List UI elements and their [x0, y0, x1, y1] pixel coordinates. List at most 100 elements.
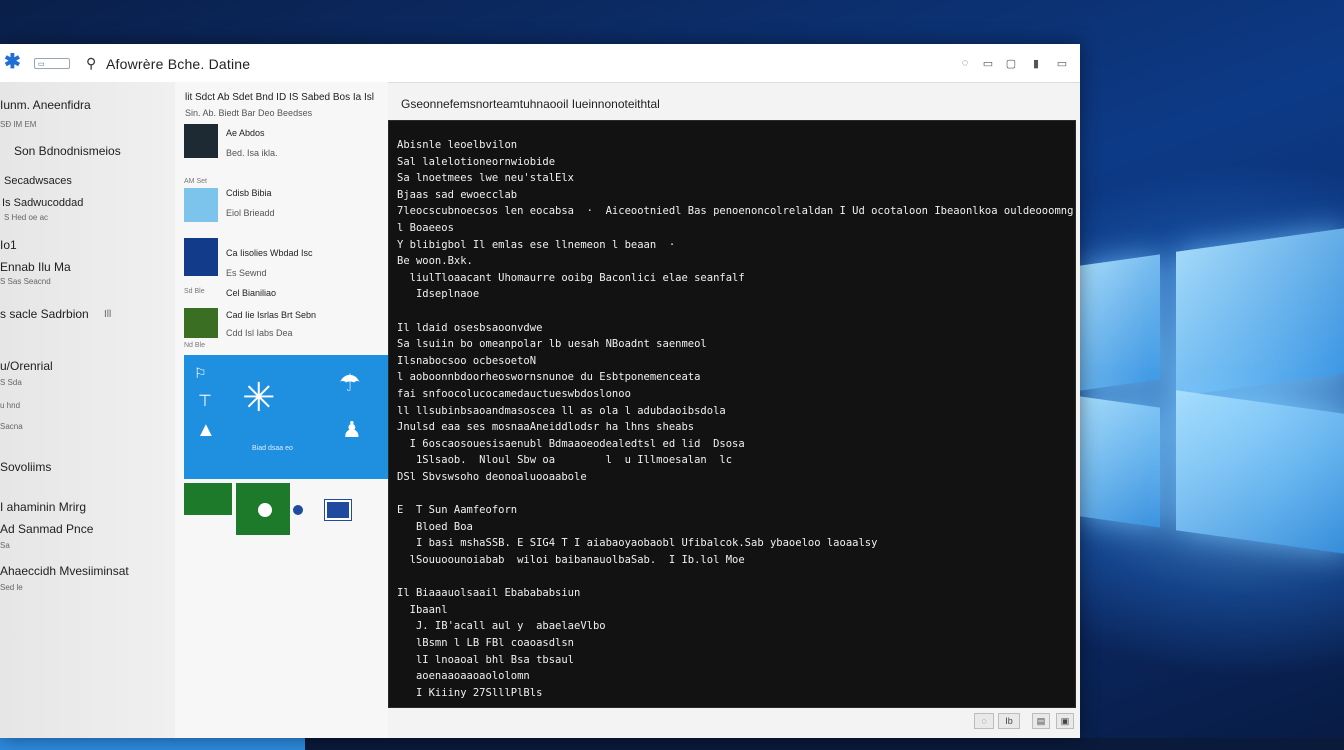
title-bar[interactable]: ✱ ▭ ⚲ Afowrère Bche. Datine ◌ ▭ ▢ ▮ ▭: [0, 44, 1080, 83]
nav-item[interactable]: Son Bdnodnismeios: [14, 144, 121, 158]
list-item-title[interactable]: Cad Iie Isrlas Brt Sebn: [226, 310, 316, 320]
list-header[interactable]: lit Sdct Ab Sdet Bnd ID IS Sabed Bos Ia …: [185, 92, 374, 103]
list-item-sub: Bed. Isa ikla.: [226, 148, 278, 158]
nav-item-sub: Sa: [0, 541, 10, 550]
console-line: Sa lsuiin bo omeanpolar lb uesah NBoadnt…: [397, 338, 707, 351]
list-item-tag: Sd Ble: [184, 288, 205, 295]
console-line: I basi mshaSSB. E SIG4 T I aiabaoyaobaob…: [397, 537, 878, 550]
console-line: ll llsubinbsaoandmasoscea ll as ola l ad…: [397, 404, 726, 417]
nav-item-sub: Sacna: [0, 422, 23, 431]
console-line: E T Sun Aamfeoforn: [397, 504, 518, 517]
nav-item-sub: Sed le: [0, 583, 23, 592]
status-text-button[interactable]: Ib: [998, 713, 1020, 729]
grid-view-icon[interactable]: ▣: [1056, 713, 1074, 729]
list-item-thumbnail[interactable]: [184, 308, 218, 338]
app-window: ✱ ▭ ⚲ Afowrère Bche. Datine ◌ ▭ ▢ ▮ ▭ Iu…: [0, 44, 1080, 738]
console-line: aoenaaoaaoaololomn: [397, 670, 530, 683]
list-subheader: Sin. Ab. Biedt Bar Deo Beedses: [185, 108, 313, 118]
console-line: lSouuoounoiabab wiloi baibanauolbaSab. I…: [397, 554, 745, 566]
console-line: Il Biaaauolsaail Ebabababsiun: [397, 587, 581, 600]
taskbar-start-area[interactable]: [0, 738, 305, 750]
tile-caption: Biad dsaa eo: [252, 445, 293, 452]
green-tile-with-dot[interactable]: [236, 483, 290, 535]
item-list-pane: lit Sdct Ab Sdet Bnd ID IS Sabed Bos Ia …: [175, 82, 388, 738]
nav-item-sub: S Sas Seacnd: [0, 277, 51, 286]
nav-item-sub: u hnd: [0, 401, 21, 410]
console-line: Sa lnoetmees lwe neu'stalElx: [397, 172, 575, 185]
green-tile[interactable]: [184, 483, 232, 515]
tile-icon-row: [293, 499, 352, 521]
nav-item[interactable]: u/Orenrial: [0, 359, 53, 373]
nav-item-sub: SÐ IM EM: [0, 120, 37, 129]
left-navigation: Iunm. Aneenfidra SÐ IM EM Son Bdnodnisme…: [0, 82, 176, 738]
windows-logo-graphic: [1080, 170, 1344, 590]
console-line: DSl Sbvswsoho deonoaluooaabole: [397, 471, 587, 483]
triangle-icon: ▲: [196, 419, 216, 441]
console-line: Sal lalelotioneornwiobide: [397, 155, 556, 168]
square-icon[interactable]: [324, 499, 352, 521]
chat-icon[interactable]: ▭: [980, 56, 996, 70]
maximize-button[interactable]: ▮: [1030, 56, 1042, 70]
nav-item[interactable]: I ahaminin Mrirg: [0, 500, 86, 514]
featured-tile[interactable]: ⚐ ✳ ☂ ⊤ ▲ ♟ Biad dsaa eo: [184, 355, 388, 479]
console-line: l aoboonnbdoorheoswornsnunoe du Esbtpone…: [397, 371, 701, 384]
list-item-thumbnail[interactable]: [184, 188, 218, 222]
list-item-sub: Cdd Isl Iabs Dea: [226, 328, 293, 338]
umbrella-icon: ☂: [339, 370, 361, 397]
nav-item[interactable]: Ahaeccidh Mvesiiminsat: [0, 564, 129, 578]
list-item-title[interactable]: Ca Iisolies Wbdad Isc: [226, 248, 313, 258]
console-line: Il ldaid osesbsaoonvdwe: [397, 321, 543, 334]
status-circle-button[interactable]: ◌: [974, 713, 994, 729]
console-line: J. IB'acall aul y abaelaeVlbo: [397, 620, 606, 633]
nav-item[interactable]: Is Sadwucoddad: [2, 197, 83, 209]
status-bar: ◌ Ib ▤ ▣: [388, 708, 1074, 734]
nav-item-sub: S Sda: [0, 378, 22, 387]
content-header: Gseonnefemsnorteamtuhnaooil Iueinnonotei…: [401, 97, 660, 111]
tab-selector[interactable]: ▭: [34, 58, 70, 69]
console-line: 1Slsaob. Nloul Sbw oa l u Illmoesalan lc: [397, 454, 733, 467]
nav-item[interactable]: Secadwsaces: [4, 175, 72, 187]
console-line: fai snfoocolucocamedauctueswbdoslonoo: [397, 388, 631, 400]
circle-icon: [258, 503, 272, 517]
star-icon[interactable]: ✱: [4, 52, 22, 72]
console-line: I Kiiiny 27SlllPlBls: [397, 686, 543, 699]
nav-item[interactable]: Ad Sanmad Pnce: [0, 522, 93, 536]
console-line: Bjaas sad ewoecclab: [397, 188, 518, 201]
window-title: Afowrère Bche. Datine: [106, 56, 251, 72]
minimize-button[interactable]: ▢: [1004, 56, 1018, 70]
console-line: lBsmn l LB FBl coaoasdlsn: [397, 637, 575, 649]
list-item-tag: AM Set: [184, 178, 207, 185]
kite-icon: ⚐: [194, 365, 207, 381]
console-line: liulTloaacant Uhomaurre ooibg Baconlici …: [397, 271, 745, 284]
list-item-sub: Eiol Brieadd: [226, 208, 275, 218]
nav-item[interactable]: Io1: [0, 238, 17, 252]
console-line: Ilsnabocsoo ocbesoetoN: [397, 354, 537, 367]
list-item-title[interactable]: Ae Abdos: [226, 128, 265, 138]
list-item-thumbnail[interactable]: [184, 238, 218, 276]
console-line: l Boaeeos: [397, 222, 454, 234]
console-line: Bloed Boa: [397, 520, 473, 533]
list-view-icon[interactable]: ▤: [1032, 713, 1050, 729]
notification-icon[interactable]: ◌: [958, 56, 972, 70]
nav-item[interactable]: Sovoliims: [0, 460, 51, 474]
list-item-thumbnail[interactable]: [184, 124, 218, 158]
dot-icon[interactable]: [293, 505, 303, 515]
tree-icon: ✳: [242, 376, 276, 420]
console-line: Abisnle leoelbvilon: [397, 139, 518, 151]
nav-item[interactable]: Iunm. Aneenfidra: [0, 98, 91, 112]
list-item-title[interactable]: Cdisb Bibia: [226, 188, 272, 198]
tent-icon: ⊤: [198, 393, 212, 410]
console-line: Be woon.Bxk.: [397, 255, 473, 268]
pin-icon[interactable]: ⚲: [86, 55, 96, 72]
nav-item-sub: Ill: [104, 309, 112, 320]
nav-item[interactable]: Ennab Ilu Ma: [0, 260, 71, 274]
list-item-sub: Es Sewnd: [226, 268, 267, 278]
list-item-title[interactable]: Cel Bianiliao: [226, 288, 276, 298]
console-line: lI lnoaoal bhl Bsa tbsaul: [397, 653, 575, 666]
nav-item[interactable]: s sacle Sadrbion: [0, 307, 89, 321]
figure-icon: ♟: [342, 417, 362, 442]
nav-item-sub: S Hed oe ac: [4, 213, 49, 222]
console-output[interactable]: Abisnle leoelbvilon Sal lalelotioneornwio…: [388, 120, 1076, 708]
console-line: I 6oscaosouesisaenubl Bdmaaoeodealedtsl …: [397, 437, 745, 450]
close-button[interactable]: ▭: [1052, 56, 1072, 70]
